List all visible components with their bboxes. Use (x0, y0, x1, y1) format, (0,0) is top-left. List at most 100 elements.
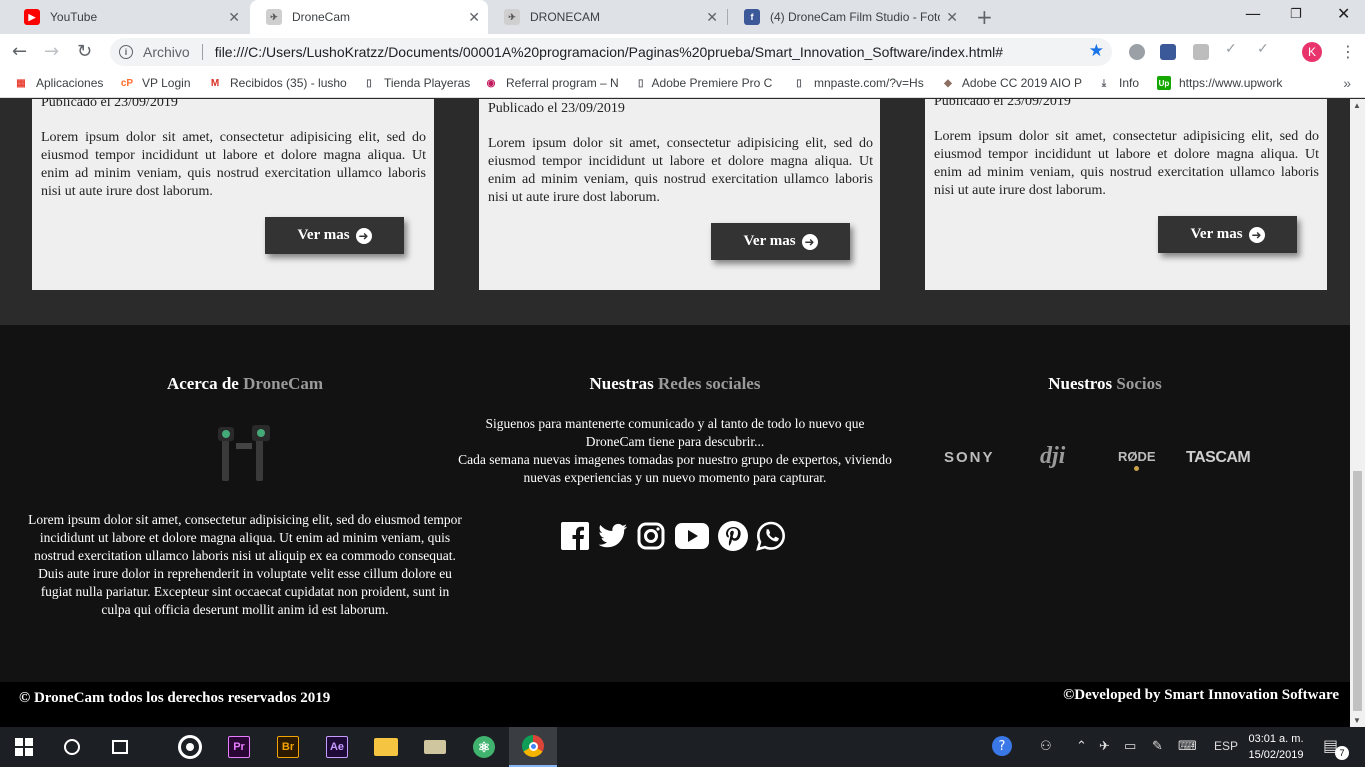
bookmark-tienda[interactable]: ▯ Tienda Playeras (362, 76, 470, 90)
messenger-extension-icon[interactable] (1129, 44, 1145, 60)
twitter-icon[interactable] (598, 521, 628, 551)
copyright-text: © DroneCam todos los derechos reservados… (19, 690, 331, 706)
arrow-circle-right-icon: ➜ (801, 233, 818, 250)
download-page-icon: ⤓ (1101, 77, 1107, 89)
taskbar-app-after-effects[interactable]: Ae (313, 727, 361, 767)
url-text[interactable]: file:///C:/Users/LushoKratzz/Documents/0… (215, 44, 1003, 60)
bookmark-premiere[interactable]: ▯ Adobe Premiere Pro C (638, 76, 772, 90)
ver-mas-button[interactable]: Ver mas ➜ (711, 223, 850, 260)
bookmark-upwork[interactable]: Up https://www.upwork (1157, 76, 1295, 90)
profile-avatar[interactable]: K (1302, 42, 1322, 62)
social-text-line-1: Siguenos para mantenerte comunicado y al… (485, 416, 865, 449)
bookmark-label: Adobe CC 2019 AIO P (961, 76, 1082, 90)
about-title-accent: DroneCam (243, 374, 324, 393)
pen-workspace-icon[interactable]: ✎ (1152, 739, 1163, 754)
card-text: Lorem ipsum dolor sit amet, consectetur … (41, 130, 426, 199)
taskbar-app-bridge[interactable]: Br (264, 727, 312, 767)
tab-dronecam-upper[interactable]: ✈ DRONECAM ✕ (488, 0, 726, 34)
after-effects-icon: Ae (326, 736, 348, 758)
rode-logo-dot (1134, 466, 1140, 471)
reload-button[interactable]: ↻ (77, 41, 92, 62)
check-extension-icon[interactable]: ✓ (1225, 41, 1241, 57)
input-language[interactable]: ESP (1214, 739, 1238, 753)
clock-date: 15/02/2019 (1248, 749, 1304, 761)
show-hidden-icons[interactable]: ⌃ (1076, 739, 1087, 754)
help-icon[interactable]: ? (992, 736, 1012, 756)
cortana-circle-icon (64, 739, 80, 755)
team-extension-icon[interactable] (1160, 44, 1176, 60)
tab-dronecam[interactable]: ✈ DroneCam ✕ (250, 0, 488, 34)
minimize-window-button[interactable]: — (1245, 4, 1261, 23)
page-scrollbar[interactable]: ▲ ▼ (1350, 99, 1365, 727)
omnibox-divider (201, 44, 203, 60)
bookmark-apps[interactable]: ▦ Aplicaciones (14, 76, 103, 90)
bookmark-mnpaste[interactable]: ▯ mnpaste.com/?v=Hs (792, 76, 928, 90)
social-title: Nuestras Redes sociales (530, 374, 820, 394)
forward-button[interactable]: → (44, 41, 59, 62)
people-icon[interactable]: ⚇ (1040, 739, 1052, 754)
bookmark-star-icon[interactable]: ★ (1089, 41, 1104, 61)
pinterest-icon[interactable] (718, 521, 748, 551)
bookmark-referral[interactable]: ◉ Referral program – N (484, 76, 620, 90)
news-cards-section: Publicado el 23/09/2019 Lorem ipsum dolo… (0, 99, 1350, 325)
close-tab-icon[interactable]: ✕ (946, 9, 958, 26)
adobe-cc-icon: ◆ (944, 77, 952, 89)
site-info-icon[interactable]: i (119, 45, 133, 59)
checkmark-extension-icon[interactable]: ✓ (1257, 41, 1273, 57)
address-bar[interactable]: i Archivo file:///C:/Users/LushoKratzz/D… (110, 38, 1112, 66)
cortana-search-button[interactable] (48, 727, 96, 767)
ver-mas-button[interactable]: Ver mas ➜ (265, 217, 404, 254)
dji-logo: dji (1040, 443, 1066, 469)
new-tab-button[interactable]: + (976, 5, 993, 29)
news-card: Publicado el 23/09/2019 Lorem ipsum dolo… (479, 99, 880, 290)
taskbar-app-atom[interactable]: ⚛ (460, 727, 508, 767)
more-bookmarks-icon[interactable]: » (1343, 75, 1351, 91)
taskbar-app-chrome[interactable] (509, 727, 557, 767)
upwork-icon: Up (1157, 76, 1171, 90)
youtube-icon[interactable] (674, 521, 710, 551)
page-viewport: Publicado el 23/09/2019 Lorem ipsum dolo… (0, 99, 1350, 727)
target-app-icon (178, 735, 202, 759)
taskbar-app-library[interactable] (411, 727, 459, 767)
scroll-down-arrow-icon[interactable]: ▼ (1353, 716, 1361, 725)
bookmark-adobe-cc[interactable]: ◆ Adobe CC 2019 AIO P (942, 76, 1082, 90)
about-title: Acerca de DroneCam (100, 374, 390, 394)
maximize-window-button[interactable]: ❐ (1290, 7, 1302, 22)
start-button[interactable] (0, 727, 48, 767)
bookmark-vp-login[interactable]: cP VP Login (120, 76, 191, 90)
page-icon: ▯ (796, 77, 802, 89)
bookmark-label: Referral program – N (506, 76, 619, 90)
task-view-icon (112, 740, 128, 754)
social-text: Siguenos para mantenerte comunicado y al… (455, 415, 895, 487)
bookmark-info[interactable]: ⤓ Info (1097, 76, 1139, 90)
taskbar-app-explorer[interactable] (362, 727, 410, 767)
screenshot-extension-icon[interactable] (1193, 44, 1209, 60)
touch-keyboard-icon[interactable]: ⌨ (1178, 739, 1197, 754)
browser-menu-icon[interactable]: ⋮ (1340, 42, 1356, 61)
whatsapp-icon[interactable] (756, 521, 786, 551)
tab-youtube[interactable]: ▶ YouTube ✕ (8, 0, 248, 34)
taskbar-app-target[interactable] (166, 727, 214, 767)
taskbar-app-premiere[interactable]: Pr (215, 727, 263, 767)
tascam-logo: TASCAM (1186, 449, 1251, 466)
instagram-icon[interactable] (636, 521, 666, 551)
close-tab-icon[interactable]: ✕ (468, 9, 480, 26)
close-tab-icon[interactable]: ✕ (706, 9, 718, 26)
tab-facebook[interactable]: f (4) DroneCam Film Studio - Foto ✕ (728, 0, 966, 34)
scrollbar-thumb[interactable] (1353, 471, 1362, 711)
task-view-button[interactable] (96, 727, 144, 767)
airplane-mode-icon[interactable]: ✈ (1099, 739, 1110, 754)
chrome-icon (522, 735, 544, 757)
copyright-bar: © DroneCam todos los derechos reservados… (0, 682, 1350, 727)
system-clock[interactable]: 03:01 a. m. 15/02/2019 (1236, 731, 1316, 763)
facebook-icon[interactable] (560, 521, 590, 551)
partners-title-accent: Socios (1116, 374, 1162, 393)
scroll-up-arrow-icon[interactable]: ▲ (1353, 101, 1361, 110)
close-window-button[interactable]: ✕ (1337, 4, 1350, 23)
back-button[interactable]: ← (12, 41, 27, 62)
ver-mas-button[interactable]: Ver mas ➜ (1158, 216, 1297, 253)
close-tab-icon[interactable]: ✕ (228, 9, 240, 26)
bookmark-gmail[interactable]: M Recibidos (35) - lusho (208, 76, 348, 90)
battery-icon[interactable]: ▭ (1124, 739, 1136, 754)
action-center-icon[interactable]: ▤ 7 (1323, 736, 1349, 760)
